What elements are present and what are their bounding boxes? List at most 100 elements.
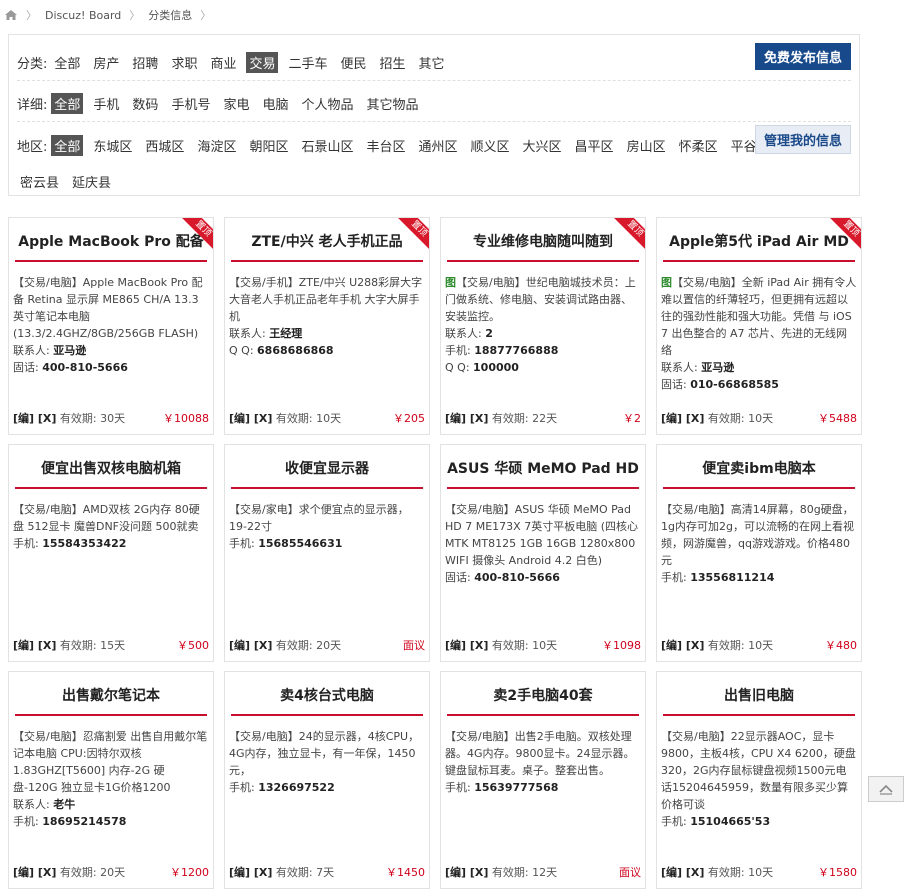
listing-title[interactable]: ASUS 华硕 MeMO Pad HD [441, 458, 645, 478]
area-option[interactable]: 西城区 [142, 135, 187, 156]
detail-option[interactable]: 其它物品 [364, 93, 422, 114]
listing-title[interactable]: Apple MacBook Pro 配备 [9, 231, 213, 251]
listing-card[interactable]: 出售戴尔笔记本 【交易/电脑】忍痛割爱 出售自用戴尔笔记本电脑 CPU:因特尔双核… [8, 671, 214, 889]
edit-link[interactable]: [编] [445, 866, 466, 879]
breadcrumb: 〉 Discuz! Board 〉 分类信息 〉 [4, 6, 211, 24]
listing-card[interactable]: 卖4核台式电脑 【交易/电脑】24的显示器，4核CPU，4G内存，独立显卡，有一年… [224, 671, 430, 889]
area-option[interactable]: 延庆县 [69, 171, 114, 192]
area-option[interactable]: 房山区 [624, 135, 669, 156]
contact-label: 手机: [661, 571, 691, 584]
edit-link[interactable]: [编] [229, 412, 250, 425]
delete-link[interactable]: [X] [250, 866, 273, 879]
listing-card[interactable]: Apple MacBook Pro 配备 置顶 【交易/电脑】Apple MacBo… [8, 217, 214, 435]
breadcrumb-link-board[interactable]: Discuz! Board [45, 9, 121, 22]
area-option[interactable]: 怀柔区 [676, 135, 721, 156]
edit-link[interactable]: [编] [13, 412, 34, 425]
area-option[interactable]: 东城区 [90, 135, 135, 156]
contact-label: 手机: [13, 815, 43, 828]
listing-card[interactable]: Apple第5代 iPad Air MD 置顶 图【交易/电脑】全新 iPad Ai… [656, 217, 862, 435]
detail-filter-row: 详细: 全部 手机 数码 手机号 家电 电脑 个人物品 其它物品 [17, 93, 851, 114]
publish-button[interactable]: 免费发布信息 [755, 43, 851, 70]
edit-link[interactable]: [编] [229, 639, 250, 652]
detail-option[interactable]: 数码 [129, 93, 161, 114]
category-option[interactable]: 交易 [246, 52, 279, 73]
category-option[interactable]: 求职 [168, 52, 200, 73]
edit-link[interactable]: [编] [445, 639, 466, 652]
delete-link[interactable]: [X] [466, 639, 489, 652]
listing-meta: [编] [X] 有效期: 22天 [445, 410, 557, 426]
category-option[interactable]: 二手车 [285, 52, 330, 73]
delete-link[interactable]: [X] [250, 412, 273, 425]
category-option[interactable]: 其它 [416, 52, 448, 73]
listing-title[interactable]: 出售旧电脑 [657, 685, 861, 705]
listing-title[interactable]: 便宜出售双核电脑机箱 [9, 458, 213, 478]
edit-link[interactable]: [编] [661, 866, 682, 879]
area-option[interactable]: 大兴区 [520, 135, 565, 156]
area-option[interactable]: 通州区 [416, 135, 461, 156]
delete-link[interactable]: [X] [34, 412, 57, 425]
detail-option[interactable]: 电脑 [259, 93, 291, 114]
contact-value: 100000 [473, 361, 519, 374]
listing-title[interactable]: 专业维修电脑随叫随到 [441, 231, 645, 251]
edit-link[interactable]: [编] [13, 639, 34, 652]
area-option[interactable]: 全部 [51, 135, 84, 156]
listing-card[interactable]: 出售旧电脑 【交易/电脑】22显示器AOC，显卡9800，主板4核，CPU X4 … [656, 671, 862, 889]
listing-card[interactable]: 卖2手电脑40套 【交易/电脑】出售2手电脑。双核处理器。4G内存。9800显卡。… [440, 671, 646, 889]
home-icon[interactable] [4, 9, 18, 21]
delete-link[interactable]: [X] [250, 639, 273, 652]
category-option[interactable]: 房产 [90, 52, 122, 73]
manage-button[interactable]: 管理我的信息 [755, 125, 851, 154]
listing-title[interactable]: 卖2手电脑40套 [441, 685, 645, 705]
area-option[interactable]: 丰台区 [363, 135, 408, 156]
edit-link[interactable]: [编] [661, 412, 682, 425]
category-option[interactable]: 便民 [338, 52, 370, 73]
delete-link[interactable]: [X] [34, 866, 57, 879]
category-option[interactable]: 全部 [51, 52, 83, 73]
delete-link[interactable]: [X] [682, 639, 705, 652]
delete-link[interactable]: [X] [466, 412, 489, 425]
listing-title[interactable]: Apple第5代 iPad Air MD [657, 231, 861, 251]
edit-link[interactable]: [编] [445, 412, 466, 425]
price: ￥1200 [170, 866, 209, 879]
listing-title[interactable]: 卖4核台式电脑 [225, 685, 429, 705]
listing-card[interactable]: ZTE/中兴 老人手机正品 置顶 【交易/手机】ZTE/中兴 U288彩屏大字大音老… [224, 217, 430, 435]
area-option[interactable]: 石景山区 [298, 135, 356, 156]
category-option[interactable]: 招聘 [129, 52, 161, 73]
delete-link[interactable]: [X] [682, 866, 705, 879]
listing-card[interactable]: 便宜出售双核电脑机箱 【交易/电脑】AMD双核 2G内存 80硬盘 512显卡 魔… [8, 444, 214, 662]
edit-link[interactable]: [编] [13, 866, 34, 879]
listing-title[interactable]: 收便宜显示器 [225, 458, 429, 478]
listing-title[interactable]: 出售戴尔笔记本 [9, 685, 213, 705]
category-option[interactable]: 招生 [377, 52, 409, 73]
listing-card[interactable]: ASUS 华硕 MeMO Pad HD 【交易/电脑】ASUS 华硕 MeMO P… [440, 444, 646, 662]
area-option[interactable]: 海淀区 [194, 135, 239, 156]
detail-option[interactable]: 手机号 [168, 93, 213, 114]
detail-option[interactable]: 全部 [51, 93, 84, 114]
edit-link[interactable]: [编] [661, 639, 682, 652]
listing-title[interactable]: ZTE/中兴 老人手机正品 [225, 231, 429, 251]
contact-row: Q Q: 100000 [445, 359, 641, 376]
area-option[interactable]: 朝阳区 [246, 135, 291, 156]
detail-option[interactable]: 家电 [220, 93, 252, 114]
detail-option[interactable]: 个人物品 [298, 93, 356, 114]
area-option[interactable]: 昌平区 [572, 135, 617, 156]
breadcrumb-current[interactable]: 分类信息 [148, 7, 192, 23]
delete-link[interactable]: [X] [34, 639, 57, 652]
contact-row: 手机: 1326697522 [229, 779, 425, 796]
area-option[interactable]: 顺义区 [468, 135, 513, 156]
category-option[interactable]: 商业 [207, 52, 239, 73]
edit-link[interactable]: [编] [229, 866, 250, 879]
back-to-top-button[interactable] [868, 776, 904, 802]
delete-link[interactable]: [X] [682, 412, 705, 425]
detail-option[interactable]: 手机 [90, 93, 122, 114]
listing-card[interactable]: 专业维修电脑随叫随到 置顶 图【交易/电脑】世纪电脑城技术员：上门做系统、修电脑、安… [440, 217, 646, 435]
listing-title[interactable]: 便宜卖ibm电脑本 [657, 458, 861, 478]
delete-link[interactable]: [X] [466, 866, 489, 879]
listing-card[interactable]: 便宜卖ibm电脑本 【交易/电脑】高清14屏幕，80g硬盘，1g内存可加2g，可以… [656, 444, 862, 662]
breadcrumb-separator: 〉 [26, 9, 37, 22]
price: ￥10088 [163, 412, 209, 425]
contact-row: 手机: 18695214578 [13, 813, 209, 830]
picture-icon: 图 [445, 276, 456, 289]
listing-card[interactable]: 收便宜显示器 【交易/家电】求个便宜点的显示器，19-22寸 手机: 1568554… [224, 444, 430, 662]
area-option[interactable]: 密云县 [17, 171, 62, 192]
